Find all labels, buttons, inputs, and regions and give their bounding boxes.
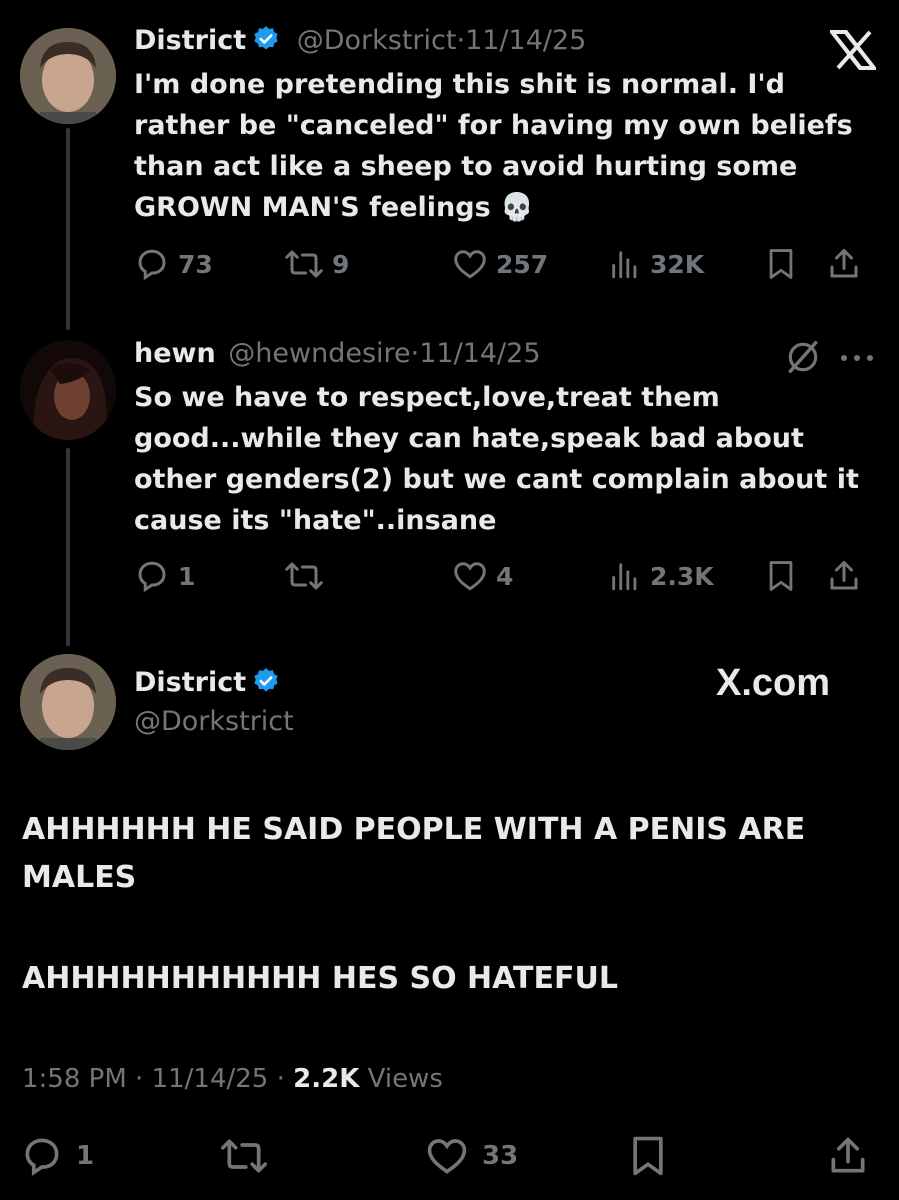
display-name[interactable]: District	[134, 667, 246, 698]
verified-badge-icon	[252, 25, 280, 62]
reply-icon	[138, 249, 166, 281]
handle[interactable]: @Dorkstrict	[297, 25, 457, 56]
tweet-actions: 1 4 2.3K	[134, 556, 879, 596]
reply-icon	[25, 1138, 59, 1176]
like-count: 33	[482, 1141, 519, 1171]
tweet-text-line: AHHHHHHHHHHH HES SO HATEFUL	[22, 961, 618, 996]
tweet-header: District @Dorkstrict·11/14/25	[134, 24, 586, 62]
bookmark-button[interactable]	[626, 1136, 670, 1176]
reply-button[interactable]: 1	[20, 1136, 94, 1176]
repost-count: 9	[332, 249, 350, 279]
repost-button[interactable]	[218, 1136, 270, 1176]
tweet-text: So we have to respect,love,treat them go…	[134, 382, 859, 536]
x-com-watermark: X.com	[716, 662, 831, 704]
views-count: 2.3K	[650, 561, 714, 591]
tweet-meta: 1:58 PM · 11/14/25 · 2.2K Views	[22, 1064, 443, 1094]
avatar[interactable]	[20, 340, 116, 440]
timestamp[interactable]: 11/14/25	[419, 338, 540, 369]
views-count[interactable]: 2.2K	[293, 1064, 359, 1094]
handle[interactable]: @hewndesire	[228, 338, 410, 369]
repost-button[interactable]: 9	[284, 244, 349, 284]
thread-connector-line	[66, 448, 70, 646]
reply-icon	[138, 561, 166, 593]
reply-count: 1	[178, 561, 196, 591]
share-icon	[830, 561, 858, 590]
repost-button[interactable]	[284, 556, 332, 596]
share-icon	[831, 1137, 865, 1173]
tweet-text: I'm done pretending this shit is normal.…	[134, 69, 853, 223]
views-button[interactable]: 2.3K	[608, 556, 714, 596]
views-icon	[612, 563, 637, 591]
like-icon	[427, 1139, 467, 1174]
avatar[interactable]	[20, 28, 116, 124]
like-count: 4	[496, 561, 514, 591]
display-name[interactable]: hewn	[134, 338, 216, 369]
separator: ·	[410, 338, 420, 369]
like-icon	[454, 250, 486, 279]
reply-button[interactable]: 1	[134, 556, 195, 596]
like-button[interactable]: 257	[452, 244, 548, 284]
reply-button[interactable]: 73	[134, 244, 213, 284]
separator: ·	[276, 1064, 285, 1094]
separator: ·	[135, 1064, 144, 1094]
verified-badge-icon	[252, 667, 280, 704]
bookmark-icon	[769, 561, 793, 591]
bookmark-icon	[769, 249, 793, 279]
tweet-text-line: MALES	[22, 860, 137, 895]
like-button[interactable]: 33	[424, 1136, 518, 1176]
tweet-time[interactable]: 1:58 PM	[22, 1064, 127, 1094]
tweet-header: hewn @hewndesire·11/14/25	[134, 337, 541, 371]
display-name[interactable]: District	[134, 25, 246, 56]
repost-icon	[285, 562, 323, 590]
timestamp[interactable]: 11/14/25	[465, 25, 586, 56]
author-name-row: District	[134, 666, 280, 704]
share-icon	[830, 249, 858, 278]
more-icon[interactable]	[838, 350, 876, 369]
reply-count: 73	[178, 249, 213, 279]
views-icon	[612, 251, 637, 279]
tweet-date[interactable]: 11/14/25	[152, 1064, 269, 1094]
tweet-text-line: AHHHHHH HE SAID PEOPLE WITH A PENIS ARE	[22, 812, 806, 847]
share-button[interactable]	[826, 1136, 870, 1176]
bookmark-button[interactable]	[764, 244, 798, 284]
like-button[interactable]: 4	[452, 556, 513, 596]
views-button[interactable]: 32K	[608, 244, 704, 284]
like-icon	[454, 562, 486, 591]
avatar[interactable]	[20, 654, 116, 750]
handle[interactable]: @Dorkstrict	[134, 705, 294, 739]
thread-connector-line	[66, 128, 70, 330]
bookmark-button[interactable]	[764, 556, 798, 596]
repost-icon	[285, 250, 323, 278]
views-label: Views	[367, 1064, 443, 1094]
views-count: 32K	[650, 249, 705, 279]
share-button[interactable]	[826, 244, 862, 284]
share-button[interactable]	[826, 556, 862, 596]
reply-count: 1	[76, 1141, 95, 1171]
like-count: 257	[496, 249, 549, 279]
repost-icon	[221, 1139, 267, 1173]
tweet-actions: 73 9 257 32K	[134, 244, 879, 284]
grok-icon[interactable]	[784, 338, 822, 380]
bookmark-icon	[633, 1136, 663, 1176]
separator: ·	[456, 25, 466, 56]
